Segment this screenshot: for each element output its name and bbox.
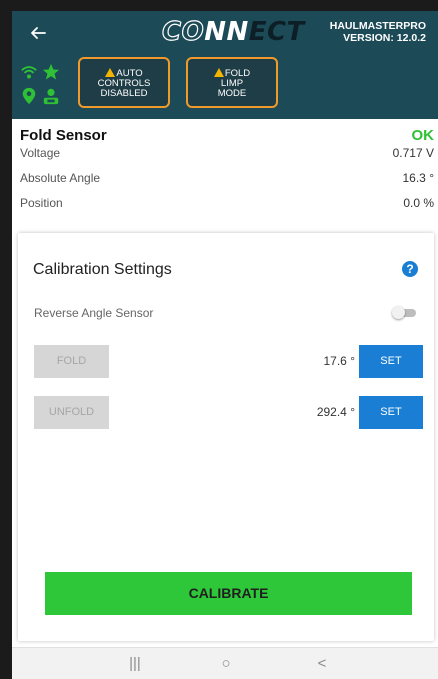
user-icon <box>43 88 59 105</box>
calibration-title: Calibration Settings <box>33 261 172 278</box>
back-arrow-glyph <box>31 27 46 39</box>
fold-button[interactable]: FOLD <box>34 345 109 378</box>
logo-ect: ECT <box>248 17 305 47</box>
fold-limp-mode-warning[interactable]: FOLD LIMP MODE <box>186 57 278 108</box>
logo-nn: NN <box>204 17 249 47</box>
warning-line-3: DISABLED <box>100 88 148 99</box>
unfold-button[interactable]: UNFOLD <box>34 396 109 429</box>
sensor-status: OK <box>411 127 435 144</box>
star-icon <box>42 63 60 80</box>
back-arrow-icon[interactable] <box>26 21 50 45</box>
warning-line-3: MODE <box>217 88 247 99</box>
home-icon[interactable]: ○ <box>211 654 241 674</box>
warning-triangle-icon <box>105 68 116 77</box>
voltage-value: 0.717 V <box>392 146 434 160</box>
wifi-icon <box>21 66 37 79</box>
auto-controls-disabled-warning[interactable]: AUTO CONTROLS DISABLED <box>78 57 170 108</box>
calibrate-button[interactable]: CALIBRATE <box>45 572 412 615</box>
system-nav-bar: ||| ○ < <box>12 647 438 679</box>
device-frame: CONNECT HAULMASTERPRO VERSION: 12.0.2 AU… <box>0 0 438 679</box>
warning-triangle-icon <box>213 68 224 77</box>
recents-icon[interactable]: ||| <box>120 654 150 674</box>
connect-logo: CONNECT <box>161 15 305 49</box>
fold-angle-value: 17.6 ° <box>323 354 356 368</box>
absolute-angle-value: 16.3 ° <box>402 171 435 185</box>
app-version: VERSION: 12.0.2 <box>343 32 426 44</box>
unfold-angle-value: 292.4 ° <box>316 405 355 419</box>
reverse-angle-toggle[interactable] <box>392 306 416 319</box>
position-value: 0.0 % <box>403 196 434 210</box>
nav-back-icon[interactable]: < <box>307 654 337 674</box>
reverse-angle-label: Reverse Angle Sensor <box>34 306 154 320</box>
location-pin-icon <box>22 87 36 105</box>
status-bar: AUTO CONTROLS DISABLED FOLD LIMP MODE <box>12 55 438 119</box>
fold-set-button[interactable]: SET <box>359 345 423 378</box>
calibration-card: Calibration Settings ? Reverse Angle Sen… <box>18 233 434 641</box>
toggle-knob <box>392 306 405 319</box>
sensor-title: Fold Sensor <box>20 127 107 144</box>
unfold-set-button[interactable]: SET <box>359 396 423 429</box>
absolute-angle-label: Absolute Angle <box>20 171 101 185</box>
brand-name: HAULMASTERPRO <box>329 20 426 32</box>
status-icons <box>20 63 64 109</box>
logo-co: CO <box>161 16 205 47</box>
position-label: Position <box>20 196 63 210</box>
app-header: CONNECT HAULMASTERPRO VERSION: 12.0.2 <box>12 11 438 55</box>
voltage-label: Voltage <box>20 146 61 160</box>
app-screen: CONNECT HAULMASTERPRO VERSION: 12.0.2 AU… <box>12 11 438 679</box>
brand-info: HAULMASTERPRO VERSION: 12.0.2 <box>330 20 426 44</box>
help-icon[interactable]: ? <box>402 261 418 277</box>
